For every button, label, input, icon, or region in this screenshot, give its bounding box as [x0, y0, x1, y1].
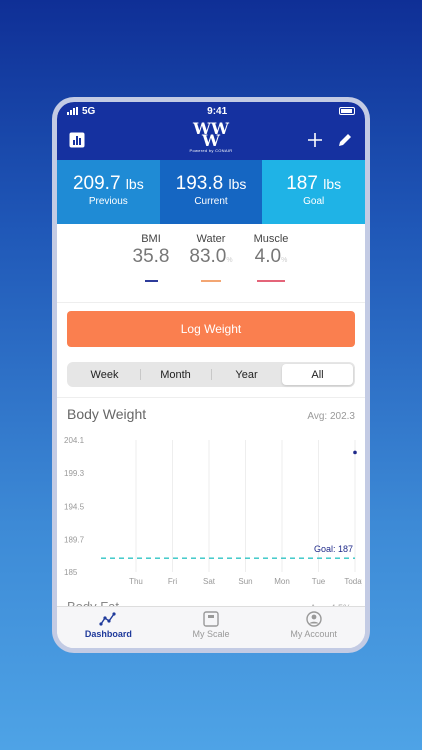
- previous-weight: 209.7 lbs Previous: [57, 160, 160, 224]
- carrier-label: 5G: [82, 105, 96, 117]
- range-selector-wrap: Week Month Year All: [57, 347, 365, 398]
- tab-dashboard[interactable]: Dashboard: [57, 607, 160, 648]
- x-tick-label: Thu: [129, 577, 143, 586]
- x-tick-label: Sun: [238, 577, 252, 586]
- x-tick-label: Mon: [274, 577, 290, 586]
- weight-summary: 209.7 lbs Previous 193.8 lbs Current 187…: [57, 160, 365, 224]
- tab-bar: Dashboard My Scale My Account: [57, 606, 365, 648]
- goal-weight: 187 lbs Goal: [262, 160, 365, 224]
- tab-week[interactable]: Week: [69, 364, 140, 385]
- account-icon: [305, 611, 322, 627]
- water-indicator: [201, 280, 221, 282]
- range-selector: Week Month Year All: [67, 362, 355, 387]
- chart-title: Body Weight: [67, 406, 147, 422]
- goal-label: Goal: 187: [314, 544, 353, 554]
- scale-icon: [203, 611, 219, 627]
- tab-my-account[interactable]: My Account: [262, 607, 365, 648]
- bmi-indicator: [144, 280, 158, 282]
- tab-my-scale[interactable]: My Scale: [160, 607, 263, 648]
- dashboard-icon: [99, 612, 116, 626]
- add-icon[interactable]: [307, 132, 323, 148]
- body-weight-chart: Thu Fri Sat Sun Mon Tue Today 204.1 199.3 194.5 18…: [64, 436, 362, 586]
- muscle-indicator: [257, 280, 285, 282]
- app-screen: 5G 9:41 WW W Powered by CONAIR 209.7 lbs…: [57, 102, 365, 648]
- data-point: [353, 450, 357, 455]
- chart-header: Body Weight Avg: 202.3: [57, 398, 365, 422]
- chart-average: Avg: 202.3: [307, 411, 355, 422]
- current-weight: 193.8 lbs Current: [159, 160, 263, 224]
- x-tick-label: Sat: [203, 577, 216, 586]
- x-tick-label: Tue: [312, 577, 326, 586]
- log-weight-button[interactable]: Log Weight: [67, 311, 355, 347]
- signal-icon: [67, 107, 78, 115]
- y-tick-label: 194.5: [64, 502, 85, 511]
- tab-year[interactable]: Year: [211, 364, 282, 385]
- app-header: WW W Powered by CONAIR: [57, 120, 365, 160]
- phone-frame: 5G 9:41 WW W Powered by CONAIR 209.7 lbs…: [52, 97, 370, 653]
- tab-month[interactable]: Month: [140, 364, 211, 385]
- battery-icon: [338, 107, 355, 115]
- bmi-metric: BMI 35.8: [121, 233, 181, 302]
- status-bar: 5G 9:41: [57, 102, 365, 120]
- body-metrics: BMI 35.8 Water 83.0% Muscle 4.0%: [57, 224, 365, 303]
- muscle-metric: Muscle 4.0%: [241, 233, 301, 302]
- x-tick-label: Fri: [168, 577, 178, 586]
- y-tick-label: 185: [64, 568, 78, 577]
- y-tick-label: 189.7: [64, 536, 85, 545]
- edit-icon[interactable]: [337, 132, 353, 148]
- y-tick-label: 199.3: [64, 469, 85, 478]
- ww-logo: WW W Powered by CONAIR: [189, 119, 233, 154]
- tab-all[interactable]: All: [282, 364, 353, 385]
- stats-icon[interactable]: [69, 132, 85, 148]
- status-time: 9:41: [207, 105, 228, 117]
- water-metric: Water 83.0%: [181, 233, 241, 302]
- x-tick-label: Today: [344, 577, 362, 586]
- y-tick-label: 204.1: [64, 436, 85, 445]
